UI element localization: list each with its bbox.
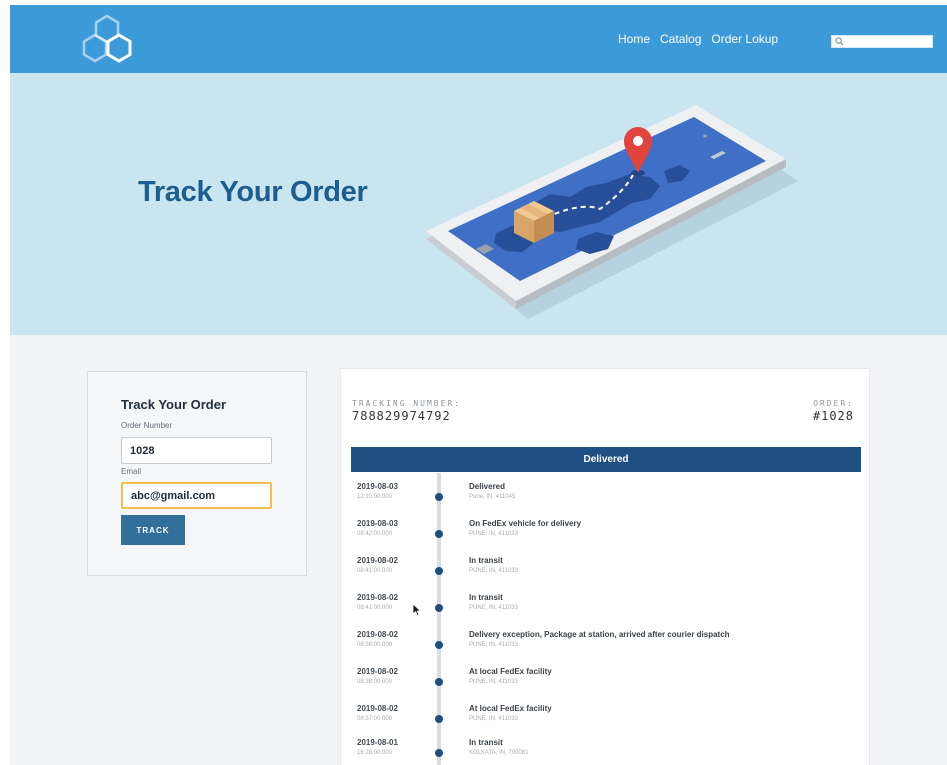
event-date: 2019-08-02 (357, 704, 398, 713)
event-time: 12:10:00.000 (357, 494, 393, 500)
track-button[interactable]: TRACK (121, 515, 185, 545)
timeline-dot (435, 678, 443, 686)
mouse-cursor-icon (412, 603, 422, 617)
timeline-dot (435, 530, 443, 538)
event-date: 2019-08-03 (357, 482, 398, 491)
page: Home Catalog Order Lokup Track Your Orde… (10, 5, 947, 765)
timeline-event: 2019-08-02 08:38:00.000 At local FedEx f… (341, 661, 871, 698)
hero-title: Track Your Order (138, 176, 368, 208)
event-description: Delivery exception, Package at station, … (469, 630, 730, 639)
timeline-dot (435, 715, 443, 723)
order-label: ORDER: (813, 399, 854, 408)
tracking-number-label: TRACKING NUMBER: (352, 399, 462, 408)
event-description: On FedEx vehicle for delivery (469, 519, 582, 528)
phone-map-illustration (426, 105, 798, 319)
timeline-dot (435, 749, 443, 757)
email-input[interactable] (121, 482, 272, 509)
event-description: In transit (469, 738, 503, 747)
nav-link-order-lookup[interactable]: Order Lokup (711, 32, 778, 46)
timeline-event: 2019-08-02 08:37:00.000 At local FedEx f… (341, 698, 871, 735)
order-number-value: #1028 (812, 409, 854, 423)
event-location: PUNE, IN, 411033 (469, 679, 518, 685)
nav-link-home[interactable]: Home (618, 32, 650, 46)
event-time: 08:41:00.000 (357, 605, 393, 611)
navbar: Home Catalog Order Lokup (10, 5, 947, 73)
event-location: PUNE, IN, 411033 (469, 605, 518, 611)
event-time: 16:28:00.000 (357, 750, 393, 756)
event-date: 2019-08-02 (357, 630, 398, 639)
event-location: PUNE, IN, 411033 (469, 716, 518, 722)
status-bar: Delivered (351, 447, 861, 472)
search-icon (835, 37, 844, 46)
event-time: 08:37:00.000 (357, 716, 393, 722)
timeline-dot (435, 604, 443, 612)
event-time: 08:41:00.000 (357, 568, 393, 574)
nav-link-catalog[interactable]: Catalog (660, 32, 701, 46)
nav-links: Home Catalog Order Lokup (618, 32, 778, 46)
event-location: PUNE, IN, 411033 (469, 642, 518, 648)
event-date: 2019-08-01 (357, 738, 398, 747)
email-label: Email (121, 467, 142, 476)
event-location: KOLKATA, IN, 700081 (469, 750, 529, 756)
timeline-event: 2019-08-01 16:28:00.000 In transit KOLKA… (341, 732, 871, 765)
tracking-number-value: 788829974792 (352, 409, 451, 423)
timeline-event: 2019-08-02 08:41:00.000 In transit PUNE,… (341, 550, 871, 587)
timeline-dot (435, 641, 443, 649)
event-location: PUNE, IN, 411033 (469, 531, 518, 537)
order-number-label: Order Number (121, 421, 173, 430)
timeline-dot (435, 567, 443, 575)
event-description: In transit (469, 593, 503, 602)
tracking-results-card: TRACKING NUMBER: 788829974792 ORDER: #10… (340, 368, 870, 765)
order-number-input[interactable] (121, 437, 272, 464)
track-order-form: Track Your Order Order Number Email TRAC… (87, 371, 307, 576)
event-date: 2019-08-02 (357, 556, 398, 565)
search-input[interactable] (831, 35, 933, 48)
event-description: At local FedEx facility (469, 704, 552, 713)
event-time: 08:38:00.000 (357, 679, 393, 685)
timeline-event: 2019-08-03 08:42:00.000 On FedEx vehicle… (341, 513, 871, 550)
hero-banner: Track Your Order (10, 73, 947, 335)
form-title: Track Your Order (121, 397, 227, 412)
timeline-dot (435, 493, 443, 501)
event-description: At local FedEx facility (469, 667, 552, 676)
event-description: Delivered (469, 482, 506, 491)
event-time: 08:38:00.000 (357, 642, 393, 648)
event-date: 2019-08-02 (357, 593, 398, 602)
event-date: 2019-08-03 (357, 519, 398, 528)
timeline-event: 2019-08-03 12:10:00.000 Delivered Pune, … (341, 476, 871, 513)
timeline-event: 2019-08-02 08:38:00.000 Delivery excepti… (341, 624, 871, 661)
hexagon-logo-icon[interactable] (80, 13, 134, 65)
event-location: Pune, IN, 411045 (469, 494, 516, 500)
event-time: 08:42:00.000 (357, 531, 393, 537)
event-location: PUNE, IN, 411033 (469, 568, 518, 574)
event-description: In transit (469, 556, 503, 565)
event-date: 2019-08-02 (357, 667, 398, 676)
